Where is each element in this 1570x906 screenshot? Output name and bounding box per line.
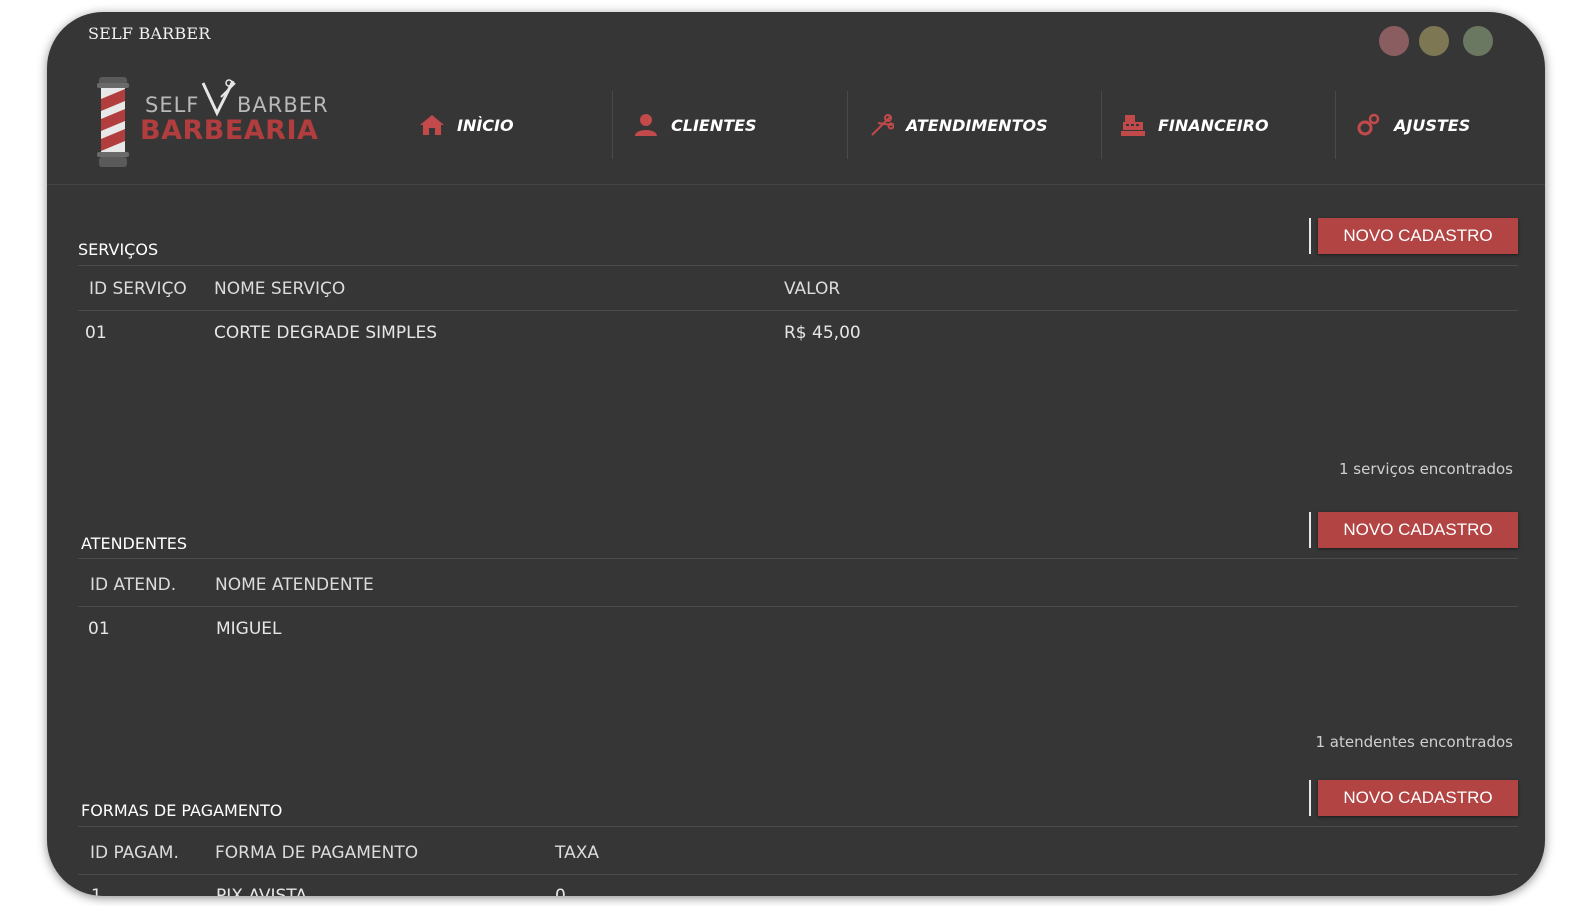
scissors-logo-icon xyxy=(201,79,236,117)
main-nav: INÌCIO CLIENTES ATENDIMENTOS FINANCEIRO … xyxy=(369,91,1516,159)
logo-barber-text: BARBER xyxy=(237,93,329,117)
barber-pole-icon xyxy=(97,77,129,167)
cell-id: 01 xyxy=(88,619,110,639)
column-header: TAXA xyxy=(555,843,599,863)
nav-item-atendimentos[interactable]: ATENDIMENTOS xyxy=(848,91,1101,159)
app-window: SELF BARBER SELF BARBER BARBEARIA INÌCIO… xyxy=(47,12,1545,896)
logo: SELF BARBER BARBEARIA xyxy=(95,77,365,169)
button-divider xyxy=(1309,780,1311,816)
cell-taxa: 0 xyxy=(555,886,566,896)
divider xyxy=(78,558,1518,559)
nav-label-clientes: CLIENTES xyxy=(671,115,757,135)
home-icon xyxy=(420,115,444,135)
atendentes-count: 1 atendentes encontrados xyxy=(1315,733,1514,751)
nav-item-ajustes[interactable]: AJUSTES xyxy=(1336,91,1516,159)
logo-main-text: BARBEARIA xyxy=(140,115,319,146)
column-header: NOME ATENDENTE xyxy=(215,575,374,595)
cell-nome: MIGUEL xyxy=(216,619,282,639)
nav-item-clientes[interactable]: CLIENTES xyxy=(613,91,847,159)
pagamentos-title: FORMAS DE PAGAMENTO xyxy=(81,801,283,820)
user-icon xyxy=(635,114,657,136)
cell-forma: PIX AVISTA xyxy=(216,886,307,896)
servicos-title: SERVIÇOS xyxy=(78,240,159,259)
window-close-button[interactable] xyxy=(1379,26,1409,56)
servicos-new-button[interactable]: NOVO CADASTRO xyxy=(1318,218,1518,254)
column-header: ID SERVIÇO xyxy=(89,279,187,299)
nav-label-inicio: INÌCIO xyxy=(457,115,514,135)
atendentes-title: ATENDENTES xyxy=(81,534,187,553)
gears-icon xyxy=(1357,113,1380,136)
cell-valor: R$ 45,00 xyxy=(784,323,861,343)
column-header: FORMA DE PAGAMENTO xyxy=(215,843,419,863)
divider xyxy=(78,874,1518,875)
column-header: NOME SERVIÇO xyxy=(214,279,346,299)
logo-self-text: SELF xyxy=(145,93,200,117)
app-header: SELF BARBER BARBEARIA INÌCIO CLIENTES AT… xyxy=(47,67,1545,185)
cell-nome: CORTE DEGRADE SIMPLES xyxy=(214,323,438,343)
nav-label-ajustes: AJUSTES xyxy=(1394,115,1471,135)
pagamentos-new-button[interactable]: NOVO CADASTRO xyxy=(1318,780,1518,816)
column-header: ID PAGAM. xyxy=(90,843,179,863)
nav-item-inicio[interactable]: INÌCIO xyxy=(369,91,612,159)
column-header: VALOR xyxy=(784,279,841,299)
scissors-icon xyxy=(871,114,894,136)
nav-label-atendimentos: ATENDIMENTOS xyxy=(906,115,1048,135)
cash-register-icon xyxy=(1121,115,1145,136)
column-header: ID ATEND. xyxy=(90,575,177,595)
cell-id: 1 xyxy=(91,886,102,896)
divider xyxy=(78,310,1518,311)
window-minimize-button[interactable] xyxy=(1419,26,1449,56)
divider xyxy=(78,606,1518,607)
window-title: SELF BARBER xyxy=(88,24,211,43)
atendentes-new-button[interactable]: NOVO CADASTRO xyxy=(1318,512,1518,548)
servicos-count: 1 serviços encontrados xyxy=(1339,460,1513,478)
window-maximize-button[interactable] xyxy=(1463,26,1493,56)
button-divider xyxy=(1309,512,1311,548)
divider xyxy=(78,265,1518,266)
cell-id: 01 xyxy=(85,323,107,343)
nav-item-financeiro[interactable]: FINANCEIRO xyxy=(1102,91,1335,159)
divider xyxy=(78,826,1518,827)
nav-label-financeiro: FINANCEIRO xyxy=(1158,115,1269,135)
button-divider xyxy=(1309,218,1311,254)
